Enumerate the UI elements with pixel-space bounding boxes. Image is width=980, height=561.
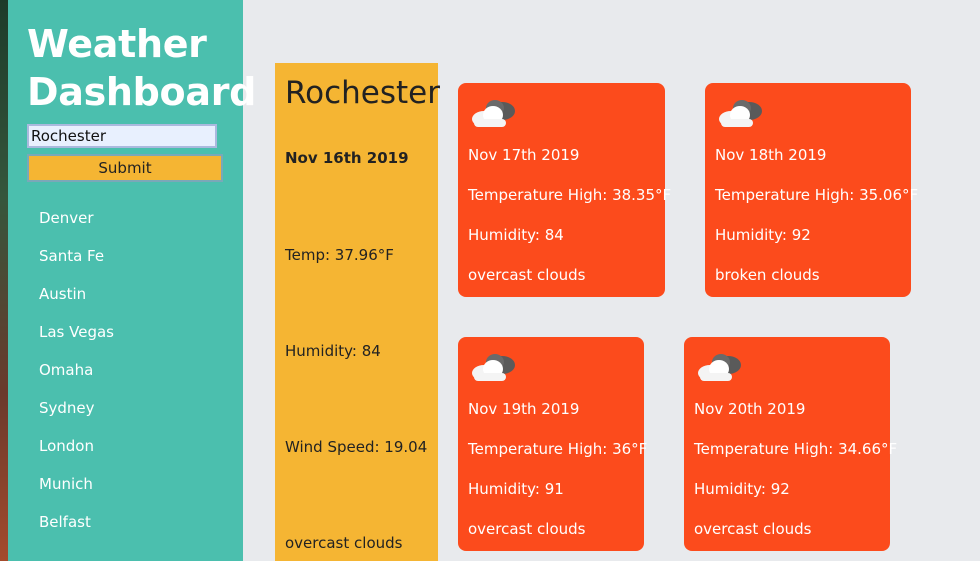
city-item-denver[interactable]: Denver	[39, 207, 114, 245]
overcast-cloud-icon	[472, 354, 515, 381]
forecast-date: Nov 19th 2019	[468, 400, 580, 418]
forecast-description: overcast clouds	[468, 520, 586, 538]
current-city-name: Rochester	[285, 75, 440, 111]
sidebar: Weather Dashboard Submit Denver Santa Fe…	[8, 0, 256, 561]
city-item-omaha[interactable]: Omaha	[39, 359, 114, 397]
city-item-munich[interactable]: Munich	[39, 473, 114, 511]
submit-button[interactable]: Submit	[27, 154, 223, 182]
forecast-temp-high: Temperature High: 34.66°F	[694, 440, 898, 458]
forecast-date: Nov 18th 2019	[715, 146, 827, 164]
current-wind-speed: Wind Speed: 19.04	[285, 438, 428, 456]
current-weather-panel: Rochester Nov 16th 2019 Temp: 37.96°F Hu…	[275, 63, 440, 561]
app-title-line2: Dashboard	[27, 70, 257, 114]
forecast-card: Nov 18th 2019 Temperature High: 35.06°F …	[705, 83, 918, 297]
city-item-santa-fe[interactable]: Santa Fe	[39, 245, 114, 283]
forecast-description: broken clouds	[715, 266, 820, 284]
forecast-date: Nov 17th 2019	[468, 146, 580, 164]
forecast-temp-high: Temperature High: 38.35°F	[468, 186, 672, 204]
forecast-humidity: Humidity: 84	[468, 226, 564, 244]
forecast-card: Nov 20th 2019 Temperature High: 34.66°F …	[684, 337, 897, 551]
overcast-cloud-icon	[698, 354, 741, 381]
current-humidity: Humidity: 84	[285, 342, 381, 360]
city-item-sydney[interactable]: Sydney	[39, 397, 114, 435]
forecast-humidity: Humidity: 91	[468, 480, 564, 498]
current-date: Nov 16th 2019	[285, 149, 409, 167]
forecast-temp-high: Temperature High: 35.06°F	[715, 186, 919, 204]
current-description: overcast clouds	[285, 534, 403, 552]
forecast-temp-high: Temperature High: 36°F	[468, 440, 648, 458]
current-temp: Temp: 37.96°F	[285, 246, 394, 264]
city-item-belfast[interactable]: Belfast	[39, 511, 114, 549]
city-item-london[interactable]: London	[39, 435, 114, 473]
broken-cloud-icon	[719, 100, 762, 127]
city-search-input[interactable]	[27, 124, 217, 148]
forecast-card: Nov 17th 2019 Temperature High: 38.35°F …	[458, 83, 671, 297]
forecast-humidity: Humidity: 92	[715, 226, 811, 244]
forecast-description: overcast clouds	[468, 266, 586, 284]
city-item-austin[interactable]: Austin	[39, 283, 114, 321]
background-photo-edge	[0, 0, 8, 561]
app-title: Weather Dashboard	[27, 20, 256, 116]
city-history-list: Denver Santa Fe Austin Las Vegas Omaha S…	[39, 207, 114, 549]
forecast-humidity: Humidity: 92	[694, 480, 790, 498]
overcast-cloud-icon	[472, 100, 515, 127]
forecast-date: Nov 20th 2019	[694, 400, 806, 418]
forecast-description: overcast clouds	[694, 520, 812, 538]
forecast-card: Nov 19th 2019 Temperature High: 36°F Hum…	[458, 337, 648, 551]
app-title-line1: Weather	[27, 22, 207, 66]
city-item-las-vegas[interactable]: Las Vegas	[39, 321, 114, 359]
